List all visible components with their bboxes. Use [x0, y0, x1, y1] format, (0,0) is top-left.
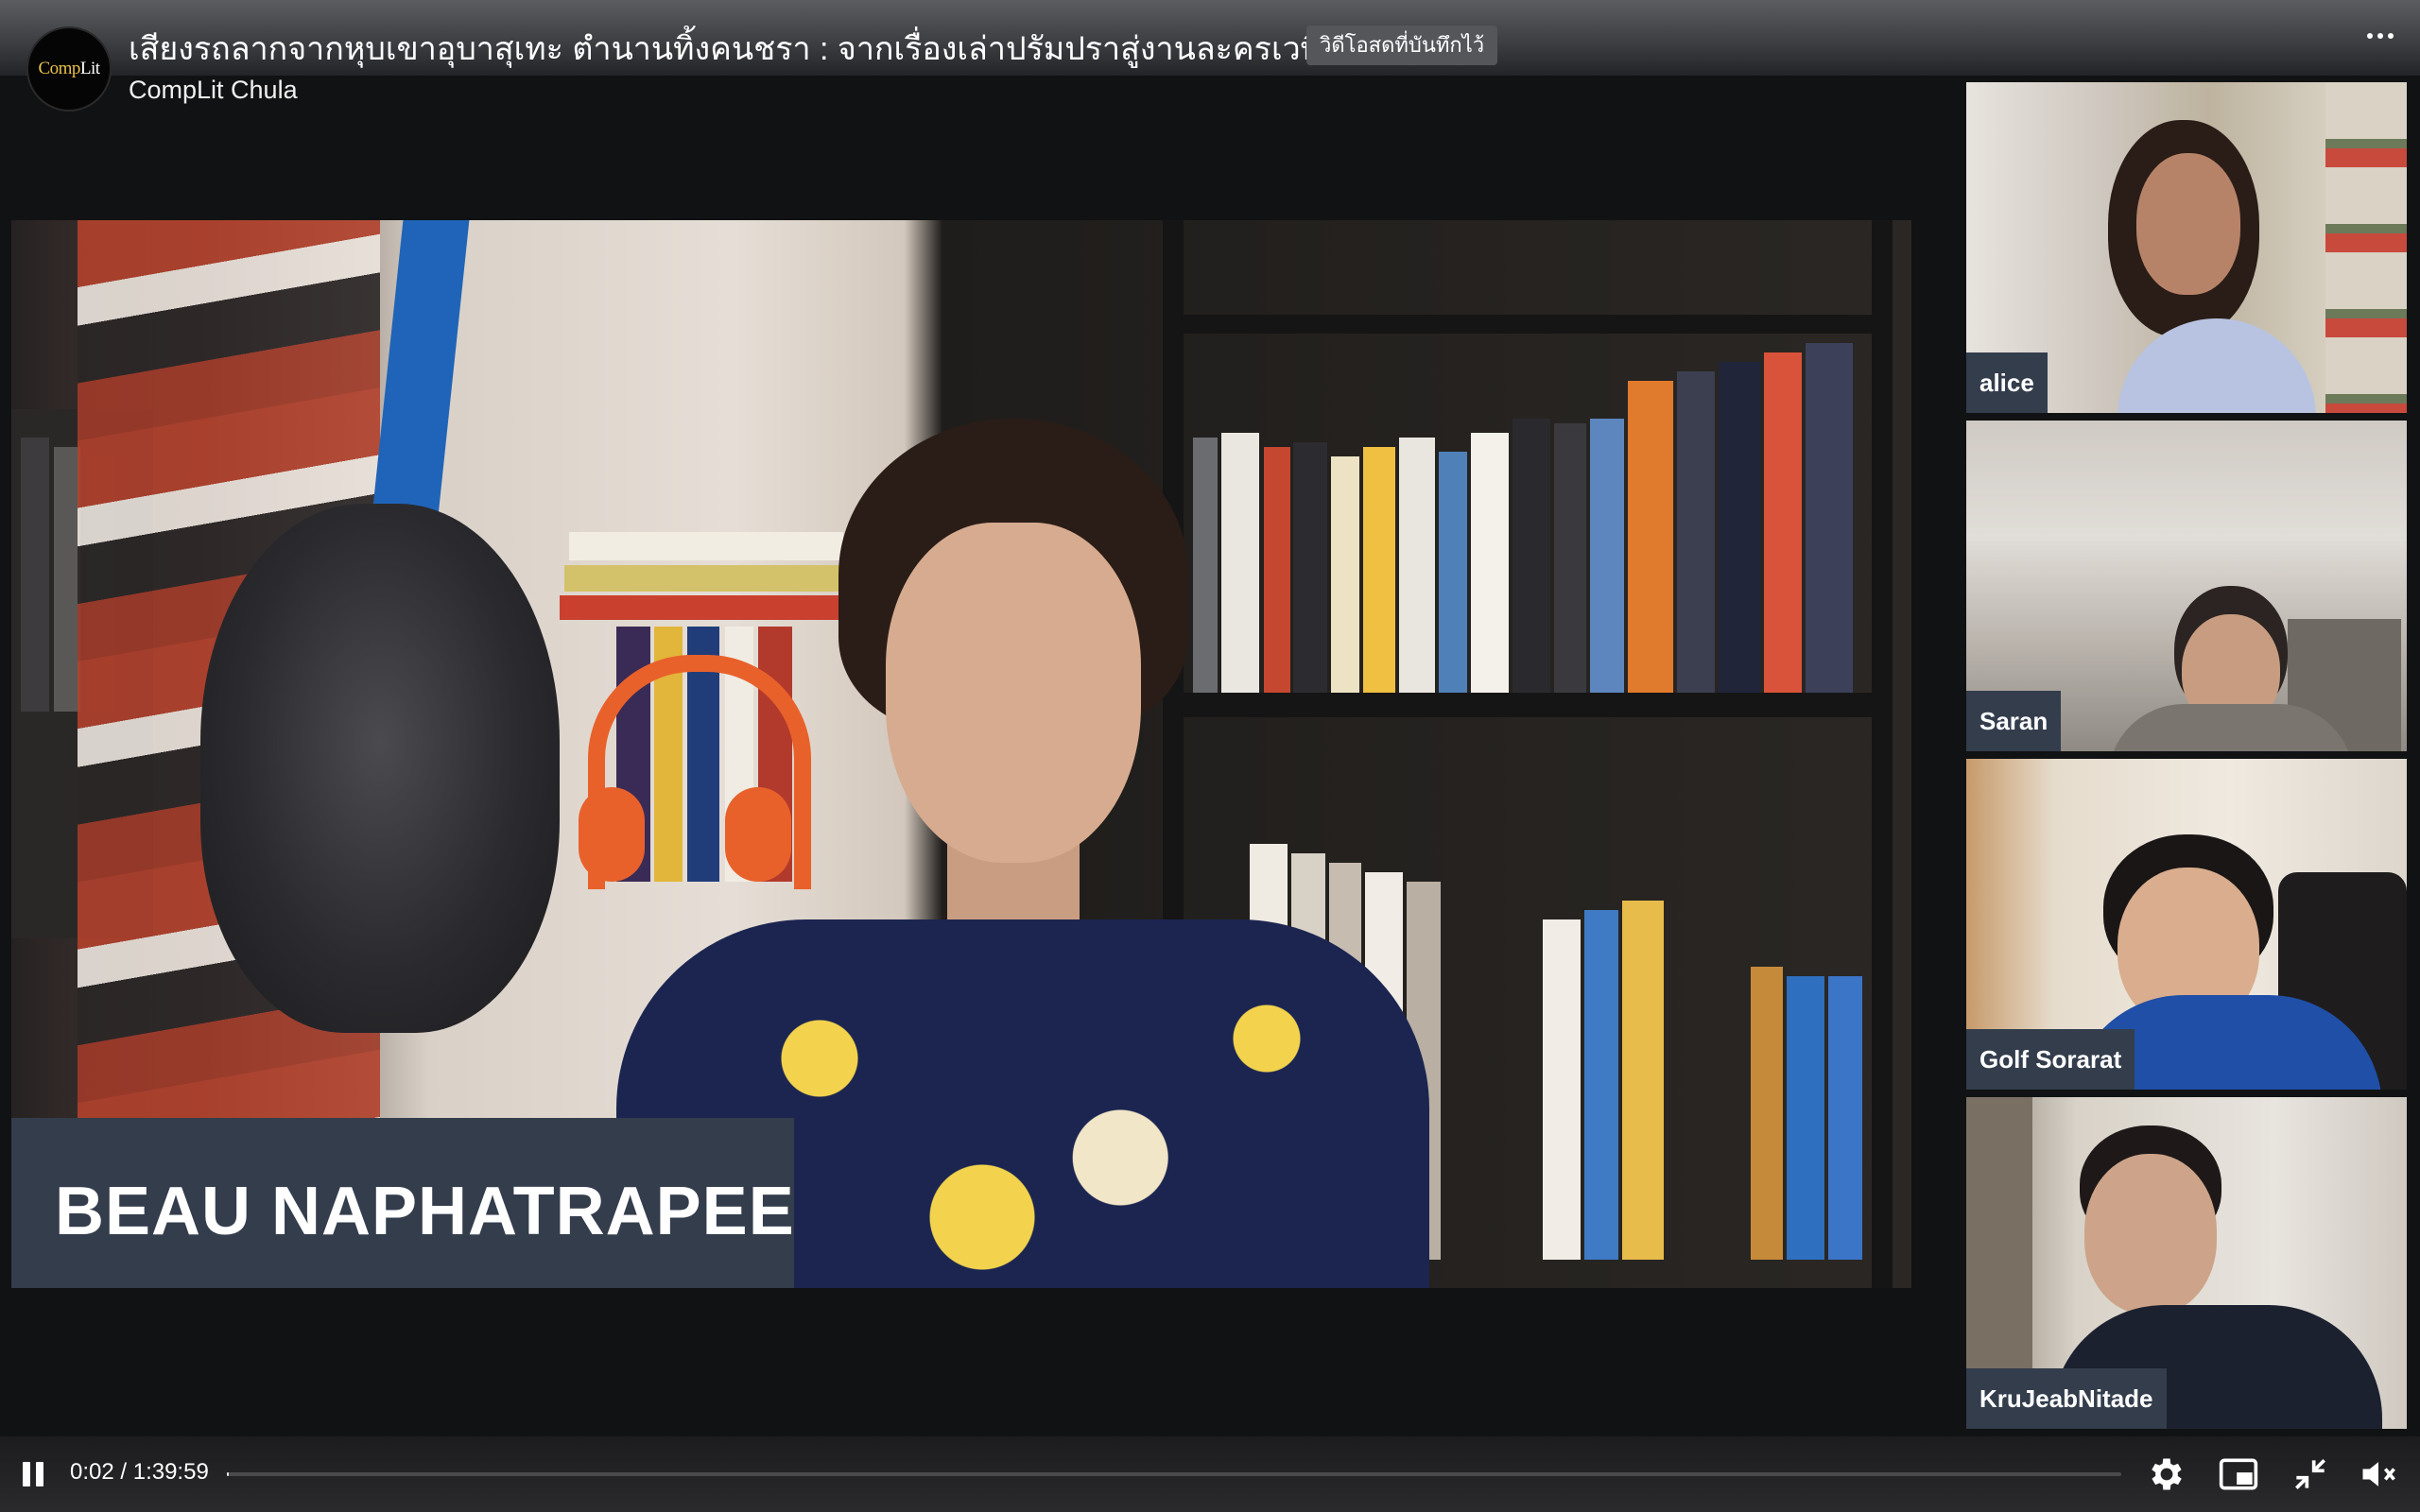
- speaker-name: BEAU NAPHATRAPEE: [55, 1174, 795, 1249]
- participant-tile-saran[interactable]: Saran: [1966, 421, 2407, 751]
- pause-icon: [23, 1462, 30, 1486]
- progress-fill: [227, 1472, 229, 1476]
- participant-name: Saran: [1966, 691, 2062, 751]
- hanging-bag: [200, 504, 560, 1033]
- video-header: เสียงรถลากจากหุบเขาอุบาสุเทะ ตำนานทิ้งคน…: [0, 0, 2420, 76]
- progress-bar[interactable]: [227, 1472, 2121, 1476]
- channel-avatar[interactable]: CompLit: [26, 26, 112, 112]
- recorded-live-badge: วิดีโอสดที่บันทึกไว้: [1306, 26, 1498, 65]
- channel-name[interactable]: CompLit Chula: [129, 76, 298, 105]
- participant-tile-alice[interactable]: alice: [1966, 82, 2407, 413]
- participant-name: alice: [1966, 352, 2048, 413]
- settings-gear-icon[interactable]: [2146, 1453, 2187, 1495]
- main-speaker-video[interactable]: BEAU NAPHATRAPEE: [11, 220, 1911, 1288]
- speaker-name-plate: BEAU NAPHATRAPEE: [11, 1118, 794, 1288]
- more-horizontal-icon: [2367, 33, 2373, 39]
- participant-name: KruJeabNitade: [1966, 1368, 2167, 1429]
- pause-icon-bar: [36, 1462, 43, 1486]
- participant-tile-krujeabnitade[interactable]: KruJeabNitade: [1966, 1097, 2407, 1429]
- more-horizontal-icon-dot: [2388, 33, 2394, 39]
- more-options-button[interactable]: [2360, 19, 2401, 53]
- channel-logo: CompLit: [38, 59, 100, 78]
- timecode: 0:02 / 1:39:59: [70, 1459, 209, 1485]
- speaker-face: [886, 523, 1141, 863]
- player-controls: 0:02 / 1:39:59: [0, 1436, 2420, 1512]
- picture-in-picture-icon[interactable]: [2218, 1453, 2259, 1495]
- exit-fullscreen-icon[interactable]: [2290, 1453, 2331, 1495]
- pause-button[interactable]: [23, 1462, 45, 1486]
- participant-name: Golf Sorarat: [1966, 1029, 2135, 1090]
- more-horizontal-icon-dot: [2377, 33, 2383, 39]
- muted-speaker-icon[interactable]: [2358, 1453, 2399, 1495]
- video-title[interactable]: เสียงรถลากจากหุบเขาอุบาสุเทะ ตำนานทิ้งคน…: [129, 23, 1322, 74]
- participant-tile-golf-sorarat[interactable]: Golf Sorarat: [1966, 759, 2407, 1090]
